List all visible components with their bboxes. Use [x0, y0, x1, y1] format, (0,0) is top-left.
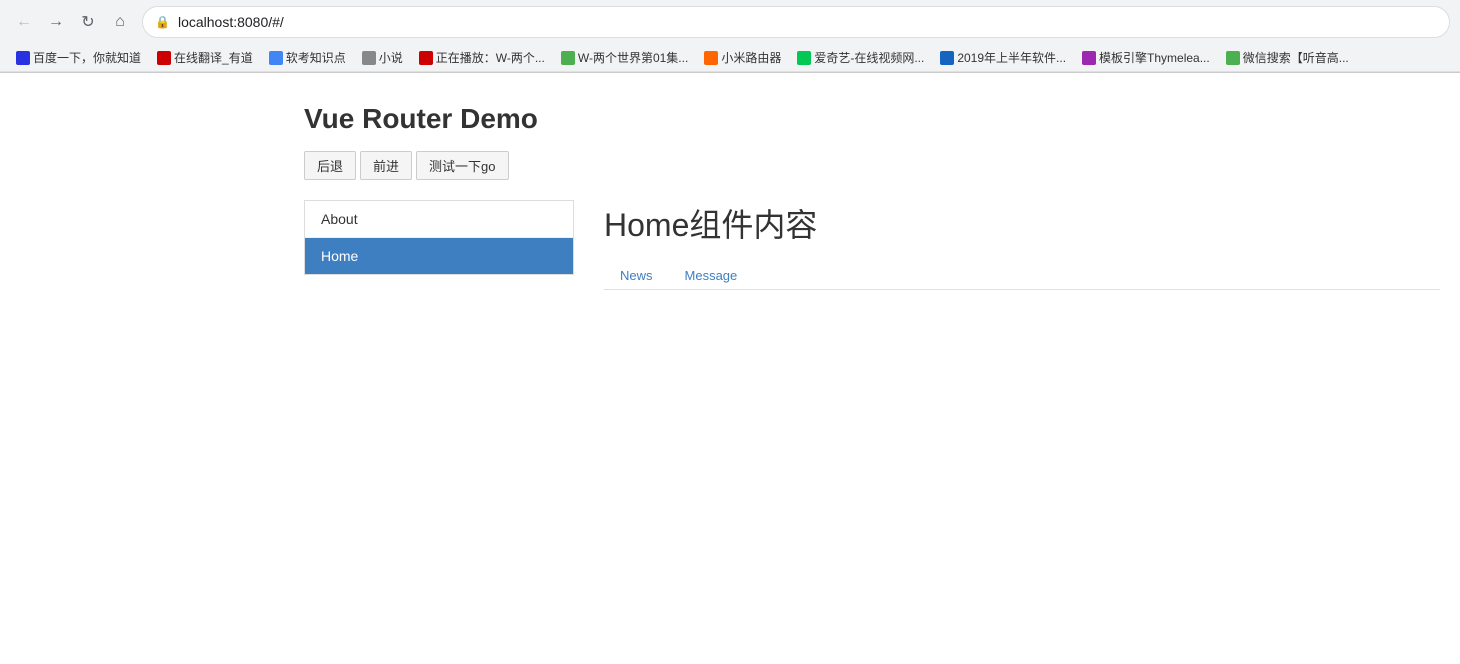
- bookmark-label: 软考知识点: [286, 49, 346, 66]
- bookmark-favicon: [940, 51, 954, 65]
- bookmark-favicon: [16, 51, 30, 65]
- browser-toolbar: ← → ↻ ⌂ 🔒 localhost:8080/#/: [0, 0, 1460, 44]
- main-layout: AboutHome Home组件内容 NewsMessage: [304, 200, 1440, 290]
- bookmark-favicon: [561, 51, 575, 65]
- bookmark-label: 百度一下，你就知道: [33, 49, 141, 66]
- bookmark-favicon: [419, 51, 433, 65]
- bookmark-favicon: [1226, 51, 1240, 65]
- bookmark-label: 正在播放：W-两个...: [436, 49, 545, 66]
- bookmark-favicon: [362, 51, 376, 65]
- bookmark-label: 小米路由器: [721, 49, 781, 66]
- bookmark-item-1[interactable]: 在线翻译_有道: [151, 47, 259, 68]
- bookmark-item-9[interactable]: 模板引擎Thymelea...: [1076, 47, 1216, 68]
- bookmark-item-4[interactable]: 正在播放：W-两个...: [413, 47, 551, 68]
- page-content: Vue Router Demo 后退 前进 测试一下go AboutHome H…: [0, 73, 1460, 320]
- bookmark-favicon: [1082, 51, 1096, 65]
- forward-btn[interactable]: 前进: [360, 151, 412, 180]
- lock-icon: 🔒: [155, 15, 170, 29]
- back-btn[interactable]: 后退: [304, 151, 356, 180]
- bookmark-favicon: [269, 51, 283, 65]
- nav-buttons: ← → ↻ ⌂: [10, 8, 134, 36]
- bookmark-label: 爱奇艺-在线视频网...: [814, 49, 924, 66]
- bookmark-label: 2019年上半年软件...: [957, 49, 1066, 66]
- back-button[interactable]: ←: [10, 8, 38, 36]
- app-title: Vue Router Demo: [304, 103, 1440, 135]
- bookmark-item-3[interactable]: 小说: [356, 47, 409, 68]
- bookmark-item-6[interactable]: 小米路由器: [698, 47, 787, 68]
- sidebar-item-home[interactable]: Home: [305, 238, 573, 274]
- url-text: localhost:8080/#/: [178, 14, 284, 30]
- home-button[interactable]: ⌂: [106, 8, 134, 36]
- bookmark-item-7[interactable]: 爱奇艺-在线视频网...: [791, 47, 930, 68]
- browser-chrome: ← → ↻ ⌂ 🔒 localhost:8080/#/ 百度一下，你就知道 在线翻…: [0, 0, 1460, 73]
- bookmark-item-0[interactable]: 百度一下，你就知道: [10, 47, 147, 68]
- sub-nav-item-news[interactable]: News: [604, 262, 669, 289]
- nav-sidebar: AboutHome: [304, 200, 574, 275]
- bookmark-label: 小说: [379, 49, 403, 66]
- forward-button[interactable]: →: [42, 8, 70, 36]
- address-bar[interactable]: 🔒 localhost:8080/#/: [142, 6, 1450, 38]
- bookmark-item-5[interactable]: W-两个世界第01集...: [555, 47, 694, 68]
- bookmark-label: 微信搜索【听音高...: [1243, 49, 1349, 66]
- sidebar-item-about[interactable]: About: [305, 201, 573, 238]
- component-title: Home组件内容: [604, 200, 1440, 246]
- test-btn[interactable]: 测试一下go: [416, 151, 508, 180]
- bookmark-favicon: [797, 51, 811, 65]
- bookmark-item-2[interactable]: 软考知识点: [263, 47, 352, 68]
- bookmark-favicon: [704, 51, 718, 65]
- bookmark-item-8[interactable]: 2019年上半年软件...: [934, 47, 1072, 68]
- content-area: Home组件内容 NewsMessage: [574, 200, 1440, 290]
- bookmarks-bar: 百度一下，你就知道 在线翻译_有道 软考知识点 小说 正在播放：W-两个... W-两个世…: [0, 44, 1460, 72]
- bookmark-item-10[interactable]: 微信搜索【听音高...: [1220, 47, 1355, 68]
- bookmark-label: 在线翻译_有道: [174, 49, 253, 66]
- bookmark-label: 模板引擎Thymelea...: [1099, 49, 1210, 66]
- bookmark-label: W-两个世界第01集...: [578, 49, 688, 66]
- bookmark-favicon: [157, 51, 171, 65]
- button-group: 后退 前进 测试一下go: [304, 151, 1440, 180]
- sub-nav: NewsMessage: [604, 262, 1440, 290]
- reload-button[interactable]: ↻: [74, 8, 102, 36]
- sub-nav-item-message[interactable]: Message: [669, 262, 754, 289]
